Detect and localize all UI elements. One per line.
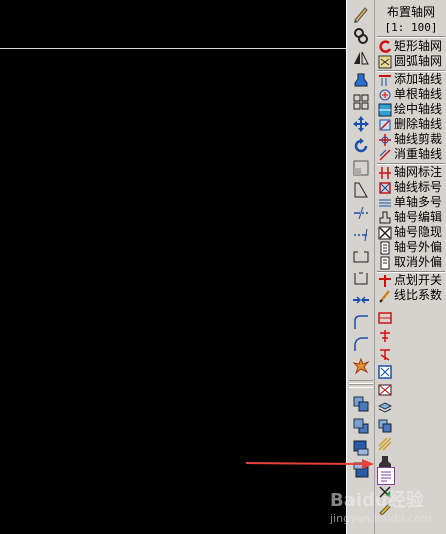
menu-item-cancel-offset[interactable]: 取消外偏 [377, 255, 446, 270]
symbol-tool-icon[interactable] [377, 346, 393, 362]
axis-number-icon [377, 180, 393, 195]
center-axis-icon [377, 102, 393, 117]
menu-item-delete-axis[interactable]: 删除轴线 [377, 117, 446, 132]
frame-tool-icon[interactable] [377, 364, 393, 380]
menu-item-arc-grid[interactable]: 圆弧轴网 [377, 54, 446, 69]
drawing-canvas[interactable] [0, 0, 346, 534]
menu-item-trim-axis[interactable]: 轴线剪裁 [377, 132, 446, 147]
menu-item-label: 矩形轴网 [394, 39, 443, 53]
menu-item-label: 单轴多号 [394, 195, 443, 209]
menu-item-label: 点划开关 [394, 273, 443, 287]
rotate-icon[interactable] [350, 136, 372, 156]
menu-item-rect-grid[interactable]: 矩形轴网 [377, 39, 446, 54]
edit-number-icon [377, 210, 393, 225]
pencil-icon[interactable] [350, 4, 372, 24]
menu-item-offset-number[interactable]: 轴号外偏 [377, 240, 446, 255]
copy-tool-icon[interactable] [377, 418, 393, 434]
line-scale-icon [377, 288, 393, 303]
grid-dimension-icon [377, 165, 393, 180]
add-axis-icon [377, 72, 393, 87]
annotation-arrow [246, 459, 374, 469]
trim-icon[interactable] [350, 202, 372, 222]
menu-item-toggle-number[interactable]: 轴号隐现 [377, 225, 446, 240]
dimension-tool-icon[interactable] [377, 310, 393, 326]
stamp-icon[interactable] [350, 70, 372, 90]
section-tool-icon[interactable] [377, 382, 393, 398]
watermark-url: jingyan.baidu.com [330, 512, 432, 525]
menu-item-dash-toggle[interactable]: 点划开关 [377, 273, 446, 288]
extend-icon[interactable] [350, 224, 372, 244]
menu-item-label: 消重轴线 [394, 147, 443, 161]
axis-line [0, 48, 346, 49]
hatch-tool-icon[interactable] [377, 436, 393, 452]
edit-toolbar [346, 0, 374, 534]
menu-item-axis-number[interactable]: 轴线标号 [377, 180, 446, 195]
dash-toggle-icon [377, 273, 393, 288]
menu-item-label: 轴号隐现 [394, 225, 443, 239]
offset-number-icon [377, 240, 393, 255]
chamfer-icon[interactable] [350, 334, 372, 354]
menu-item-center-axis[interactable]: 绘中轴线 [377, 102, 446, 117]
explode-icon[interactable] [350, 356, 372, 376]
menu-item-label: 轴号编辑 [394, 210, 443, 224]
trim-axis-icon [377, 132, 393, 147]
menu-item-label: 轴网标注 [394, 165, 443, 179]
menu-item-label: 单根轴线 [394, 87, 443, 101]
menu-item-dedupe-axis[interactable]: 消重轴线 [377, 147, 446, 162]
fillet-icon[interactable] [350, 312, 372, 332]
menu-item-label: 圆弧轴网 [394, 54, 443, 68]
note-tool-icon[interactable] [377, 467, 395, 485]
layer-above-icon[interactable] [350, 438, 372, 458]
text-tool-icon[interactable] [377, 328, 393, 344]
menu-item-label: 绘中轴线 [394, 102, 443, 116]
link-icon[interactable] [350, 26, 372, 46]
scale-readout[interactable]: [1: 100] [375, 21, 446, 34]
axis-grid-panel: 布置轴网 [1: 100] 矩形轴网 圆弧轴网 添加轴线 单根轴线 绘中轴线 删… [374, 0, 446, 534]
menu-item-label: 轴线标号 [394, 180, 443, 194]
break-icon[interactable] [350, 246, 372, 266]
toggle-number-icon [377, 225, 393, 240]
layer-front-icon[interactable] [350, 394, 372, 414]
menu-item-multi-number[interactable]: 单轴多号 [377, 195, 446, 210]
menu-item-label: 取消外偏 [394, 255, 443, 269]
arc-grid-icon [377, 54, 393, 69]
menu-item-grid-dimension[interactable]: 轴网标注 [377, 165, 446, 180]
menu-item-label: 删除轴线 [394, 117, 443, 131]
menu-item-label: 线比系数 [394, 288, 443, 302]
array-icon[interactable] [350, 92, 372, 112]
menu-item-single-axis[interactable]: 单根轴线 [377, 87, 446, 102]
panel-title: 布置轴网 [386, 5, 435, 19]
break-point-icon[interactable] [350, 268, 372, 288]
join-icon[interactable] [350, 290, 372, 310]
menu-item-edit-number[interactable]: 轴号编辑 [377, 210, 446, 225]
toolbar-divider [349, 384, 373, 388]
stretch-icon[interactable] [350, 180, 372, 200]
delete-axis-icon [377, 117, 393, 132]
menu-item-label: 轴线剪裁 [394, 132, 443, 146]
layers-tool-icon[interactable] [377, 400, 393, 416]
menu-item-line-scale[interactable]: 线比系数 [377, 288, 446, 303]
multi-number-icon [377, 195, 393, 210]
panel-divider [377, 36, 445, 38]
menu-item-label: 轴号外偏 [394, 240, 443, 254]
single-axis-icon [377, 87, 393, 102]
dedupe-axis-icon [377, 147, 393, 162]
rect-grid-icon [377, 39, 393, 54]
layer-back-icon[interactable] [350, 416, 372, 436]
mirror-icon[interactable] [350, 48, 372, 68]
watermark-logo: Baidu经验 [330, 490, 424, 511]
menu-item-label: 添加轴线 [394, 72, 443, 86]
move-icon[interactable] [350, 114, 372, 134]
cancel-offset-icon [377, 255, 393, 270]
menu-item-add-axis[interactable]: 添加轴线 [377, 72, 446, 87]
scale-icon[interactable] [350, 158, 372, 178]
